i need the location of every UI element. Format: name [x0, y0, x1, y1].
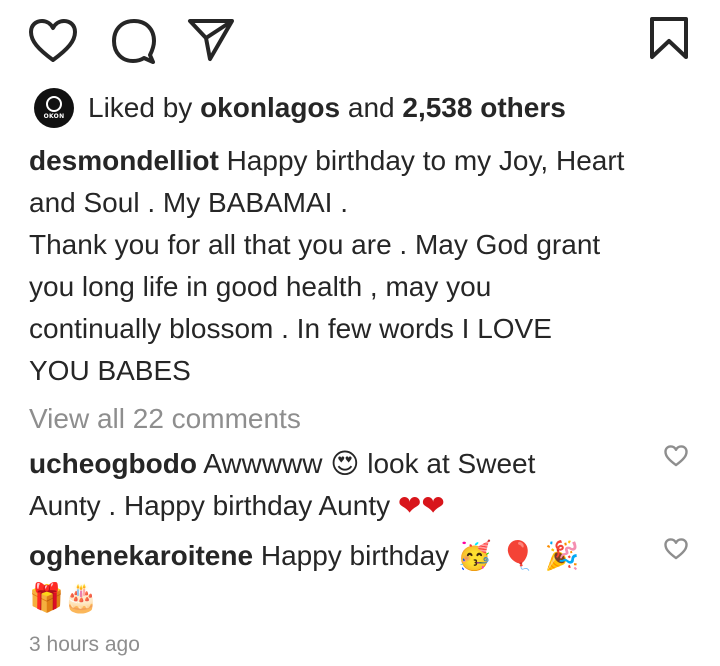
comment-like-button[interactable] — [664, 445, 688, 467]
bookmark-icon — [649, 16, 689, 60]
comment-bubble-icon — [110, 17, 158, 65]
liker-username[interactable]: okonlagos — [200, 92, 340, 123]
caption-text-line: Happy birthday to my Joy, Heart — [226, 145, 625, 176]
caption-username[interactable]: desmondelliot — [29, 145, 219, 176]
comment-item: ucheogbodo Awwwww 😍 look at Sweet Aunty … — [29, 443, 649, 527]
caption-text-line: you long life in good health , may you — [29, 271, 492, 302]
comment-text: look at Sweet — [367, 448, 536, 479]
comment-username[interactable]: ucheogbodo — [29, 448, 197, 479]
like-button[interactable] — [28, 18, 78, 64]
likes-prefix: Liked by — [88, 92, 193, 123]
heart-eyes-emoji: 😍 — [330, 447, 360, 480]
comment-item: oghenekaroitene Happy birthday 🥳 🎈 🎉 🎁🎂 — [29, 535, 649, 619]
liker-avatar[interactable]: OKON — [34, 88, 74, 128]
heart-outline-icon — [664, 445, 688, 467]
okon-logo-icon — [46, 96, 62, 112]
comment-text: Happy birthday — [260, 540, 450, 571]
heart-outline-icon — [28, 18, 78, 64]
heart-outline-icon — [664, 538, 688, 560]
party-emoji: 🥳 🎈 🎉 — [456, 539, 580, 572]
caption-text-line: Thank you for all that you are . May God… — [29, 229, 601, 260]
likes-text[interactable]: Liked by okonlagos and 2,538 others — [88, 92, 566, 124]
likes-connector: and — [347, 92, 395, 123]
gift-cake-emoji: 🎁🎂 — [29, 581, 99, 614]
comment-username[interactable]: oghenekaroitene — [29, 540, 253, 571]
post-caption: desmondelliot Happy birthday to my Joy, … — [29, 140, 709, 392]
view-all-comments-link[interactable]: View all 22 comments — [29, 398, 301, 440]
paper-plane-icon — [186, 17, 236, 63]
share-button[interactable] — [186, 17, 236, 63]
likes-others-count[interactable]: 2,538 others — [402, 92, 565, 123]
caption-text-line: YOU BABES — [29, 355, 191, 386]
comment-text: Awwwww — [203, 448, 323, 479]
caption-text-line: continually blossom . In few words I LOV… — [29, 313, 552, 344]
likes-summary: OKON Liked by okonlagos and 2,538 others — [34, 88, 566, 128]
comment-text: Aunty . Happy birthday Aunty — [29, 490, 391, 521]
post-timestamp: 3 hours ago — [29, 633, 140, 656]
comment-button[interactable] — [110, 17, 158, 65]
caption-text-line: and Soul . My BABAMAI . — [29, 187, 349, 218]
red-hearts-emoji: ❤❤ — [397, 489, 445, 522]
save-button[interactable] — [649, 16, 689, 60]
comment-like-button[interactable] — [664, 538, 688, 560]
